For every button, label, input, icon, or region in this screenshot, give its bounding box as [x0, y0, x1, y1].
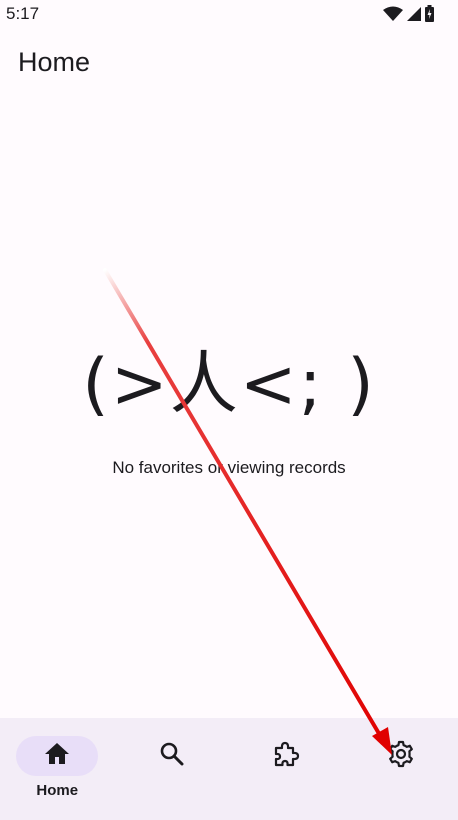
battery-charging-icon — [425, 5, 434, 22]
nav-indicator-extensions — [245, 736, 327, 776]
status-bar: 5:17 — [0, 0, 458, 28]
nav-indicator-settings — [360, 736, 442, 776]
nav-item-extensions[interactable] — [229, 718, 344, 820]
page-title: Home — [18, 47, 91, 77]
extension-puzzle-icon — [272, 740, 300, 773]
status-time: 5:17 — [6, 4, 40, 23]
empty-state-emoticon: (>人<; ) — [82, 345, 376, 424]
bottom-navigation-bar: Home — [0, 718, 458, 820]
empty-state-message: No favorites or viewing records — [112, 458, 346, 477]
nav-label-home: Home — [36, 782, 79, 799]
nav-item-settings[interactable] — [344, 718, 458, 820]
settings-gear-icon — [387, 740, 415, 773]
search-icon — [159, 741, 185, 772]
status-icons — [383, 5, 434, 22]
nav-indicator-search — [131, 736, 213, 776]
nav-active-indicator — [16, 736, 99, 776]
nav-item-search[interactable] — [115, 718, 230, 820]
home-icon — [44, 742, 70, 771]
wifi-icon — [383, 6, 403, 22]
app-screen: 5:17 Home (>人<; ) No favorites or viewin… — [0, 0, 458, 820]
nav-item-home[interactable]: Home — [0, 718, 115, 820]
cellular-signal-icon — [407, 6, 421, 22]
